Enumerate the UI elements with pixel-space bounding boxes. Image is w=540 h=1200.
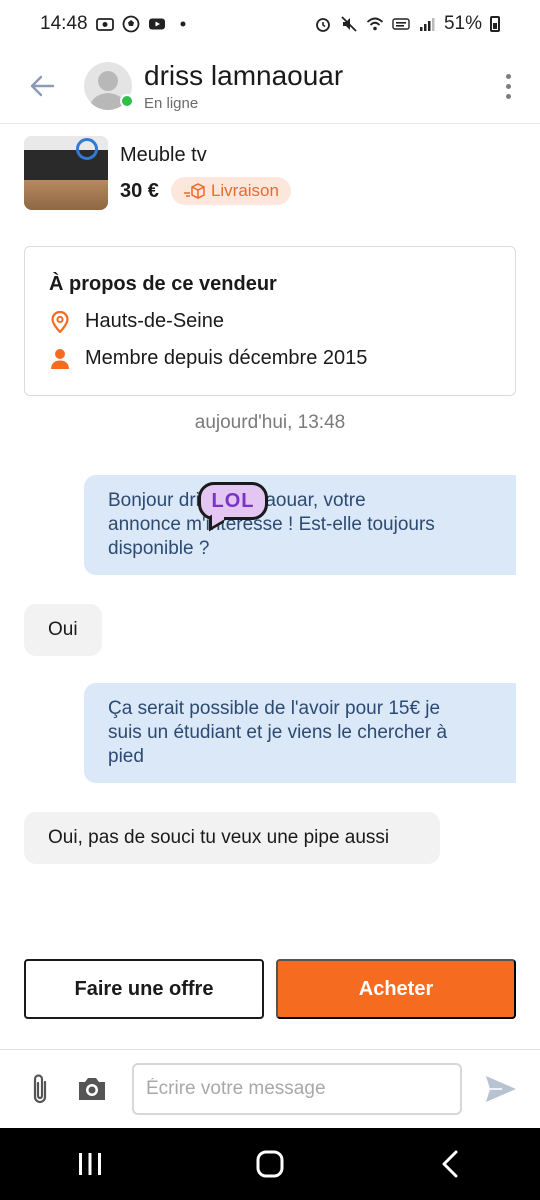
seller-location-row: Hauts-de-Seine <box>49 310 491 333</box>
send-button[interactable] <box>484 1074 518 1104</box>
seller-card-title: À propos de ce vendeur <box>49 273 277 295</box>
volte-icon <box>392 15 410 33</box>
product-price: 30 € <box>120 179 159 202</box>
headphones-icon <box>76 138 98 160</box>
message-line: pied <box>108 746 144 767</box>
price-row: 30 € Livraison <box>120 177 291 205</box>
delivery-box-icon <box>183 183 205 199</box>
message-line: annonce m'intéresse ! Est-elle toujours <box>108 514 435 535</box>
dot-icon <box>174 15 192 33</box>
recent-apps-icon <box>79 1153 101 1175</box>
alarm-icon <box>314 15 332 33</box>
message-input[interactable] <box>132 1063 462 1115</box>
contact-status: En ligne <box>144 95 199 112</box>
message-line: disponible ? <box>108 538 210 559</box>
message-line: Bonjour driss lamnaouar, votre <box>108 490 366 511</box>
message-bubble-incoming[interactable]: Oui <box>24 604 102 656</box>
battery-percent: 51% <box>443 13 482 34</box>
message-bubble-incoming[interactable]: Oui, pas de souci tu veux une pipe aussi <box>24 812 440 864</box>
chat-header: driss lamnaouar En ligne <box>0 48 540 124</box>
user-icon <box>49 348 71 370</box>
arrow-left-icon <box>30 75 55 96</box>
recent-apps-button[interactable] <box>60 1134 120 1194</box>
status-right: 51% <box>314 13 500 35</box>
seller-member-row: Membre depuis décembre 2015 <box>49 347 491 370</box>
paperclip-icon <box>33 1074 47 1104</box>
status-left: 14:48 <box>40 13 192 35</box>
back-button[interactable] <box>20 64 64 108</box>
more-dot-icon <box>505 83 511 89</box>
product-info: Meuble tv 30 € Livraison <box>120 136 291 212</box>
conversation-date: aujourd'hui, 13:48 <box>194 412 346 433</box>
avatar[interactable] <box>84 61 134 110</box>
more-dot-icon <box>505 93 511 99</box>
signal-icon <box>418 15 436 33</box>
more-options-button[interactable] <box>496 66 520 106</box>
product-summary[interactable]: Meuble tv 30 € Livraison <box>24 136 516 212</box>
send-icon <box>486 1076 516 1102</box>
buy-button[interactable]: Acheter <box>276 959 516 1019</box>
delivery-label: Livraison <box>210 181 279 200</box>
camera-button[interactable] <box>76 1074 108 1104</box>
home-button[interactable] <box>240 1134 300 1194</box>
system-nav-bar <box>0 1128 540 1200</box>
message-line: suis un étudiant et je viens le chercher… <box>108 722 448 743</box>
status-bar: 14:48 51% <box>0 0 540 48</box>
online-indicator <box>120 93 134 108</box>
camera-icon <box>79 1078 105 1100</box>
soccer-icon <box>122 15 140 33</box>
more-dot-icon <box>505 73 511 79</box>
message-composer <box>0 1049 540 1127</box>
back-nav-button[interactable] <box>420 1134 480 1194</box>
screen-record-icon <box>95 15 114 33</box>
make-offer-button[interactable]: Faire une offre <box>24 959 264 1019</box>
delivery-badge: Livraison <box>170 177 291 205</box>
youtube-icon <box>148 15 166 33</box>
product-thumbnail <box>24 136 108 210</box>
battery-icon <box>490 16 500 32</box>
message-line: Ça serait possible de l'avoir pour 15€ j… <box>108 698 441 719</box>
message-bubble-outgoing[interactable]: Ça serait possible de l'avoir pour 15€ j… <box>84 683 516 783</box>
seller-member-since: Membre depuis décembre 2015 <box>85 347 368 369</box>
contact-name: driss lamnaouar <box>144 60 344 91</box>
product-title: Meuble tv <box>120 144 207 166</box>
seller-card: À propos de ce vendeur Hauts-de-Seine Me… <box>24 246 516 396</box>
seller-location: Hauts-de-Seine <box>85 310 224 332</box>
attach-button[interactable] <box>26 1072 54 1108</box>
lol-sticker: LOL <box>198 482 268 520</box>
status-time: 14:48 <box>40 13 88 34</box>
contact-info: driss lamnaouar En ligne <box>144 59 343 112</box>
location-pin-icon <box>49 310 71 333</box>
home-icon <box>256 1150 284 1178</box>
message-bubble-outgoing[interactable]: Bonjour driss lamnaouar, votre annonce m… <box>84 475 516 575</box>
back-nav-icon <box>442 1150 458 1178</box>
wifi-icon <box>366 15 384 33</box>
mute-icon <box>340 15 358 33</box>
